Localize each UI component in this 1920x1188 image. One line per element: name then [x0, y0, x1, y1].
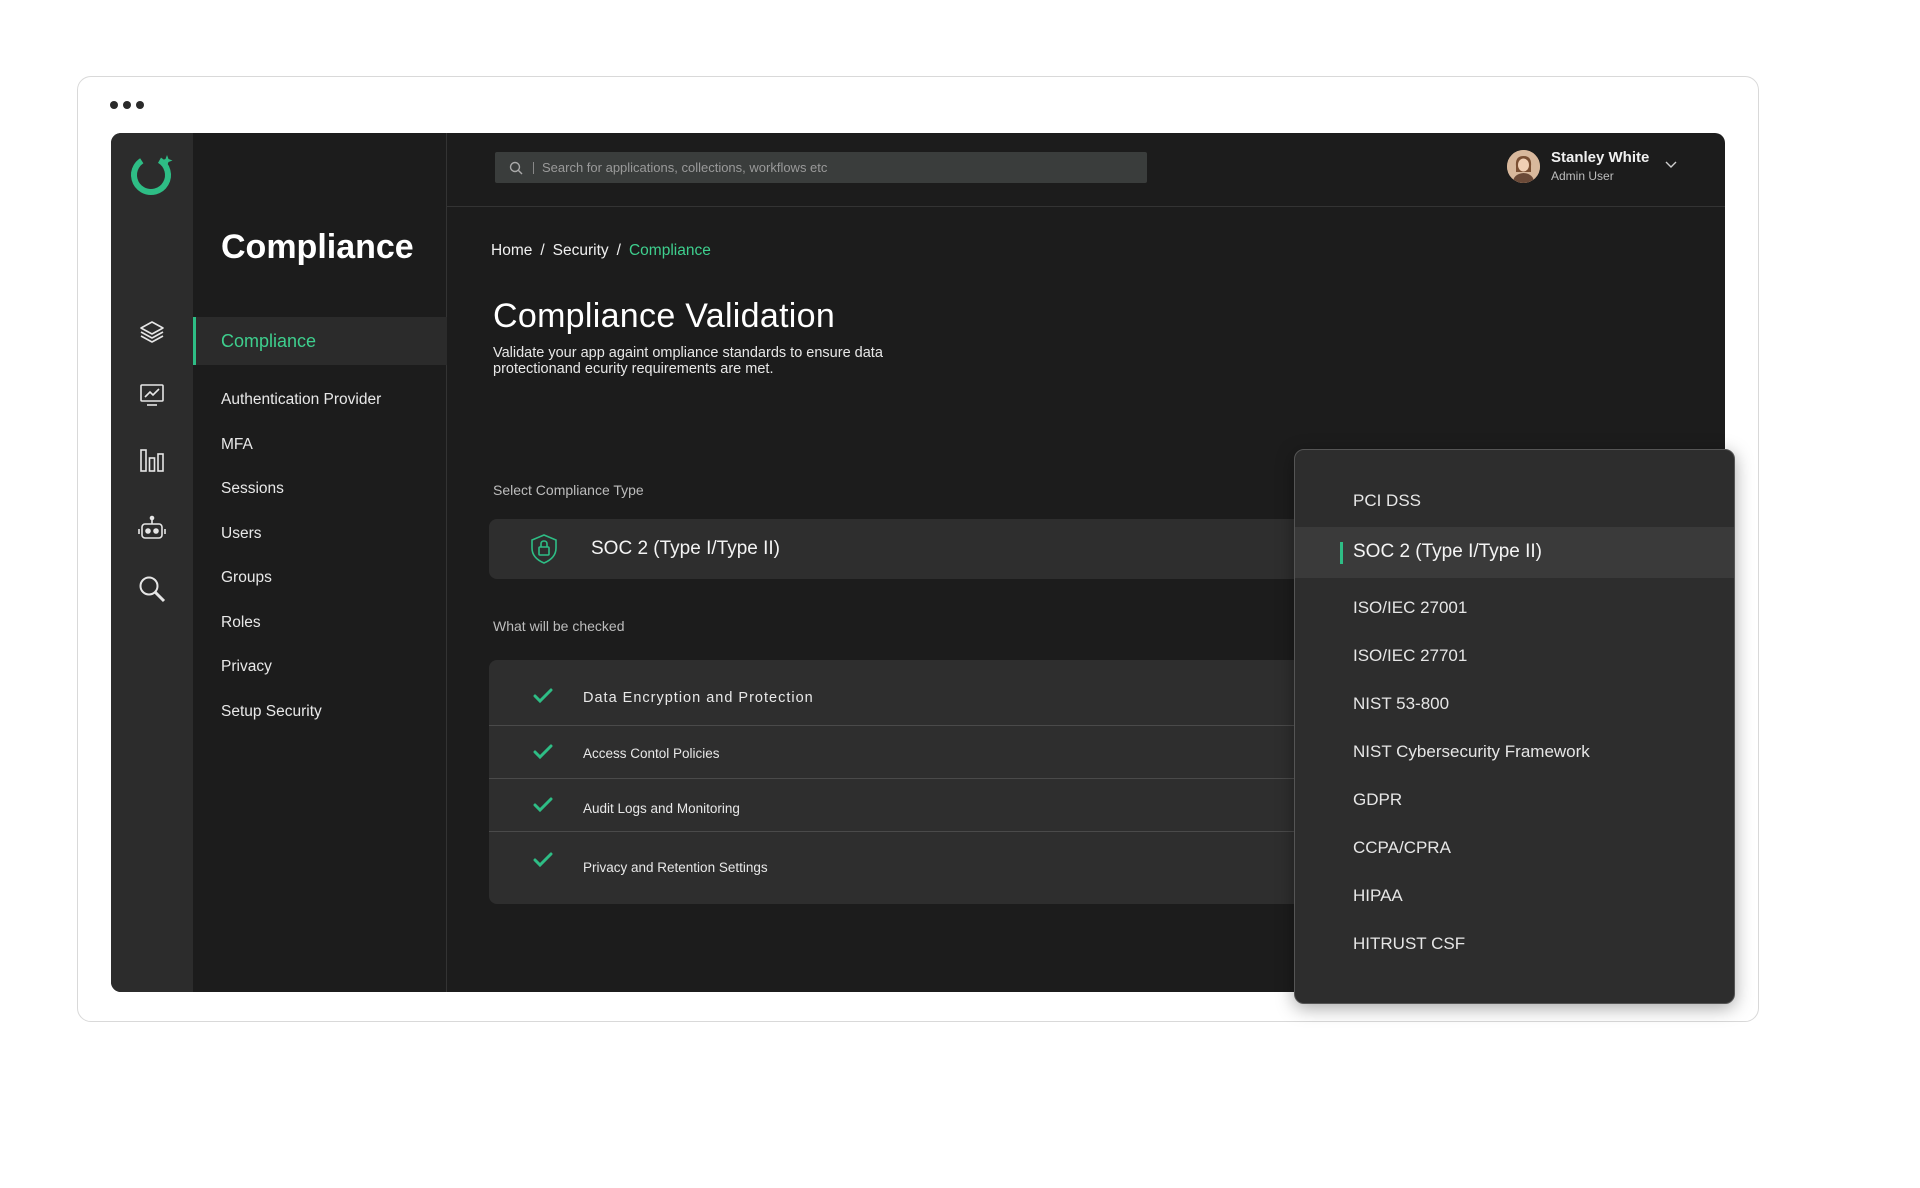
subnav-item-mfa[interactable]: MFA: [221, 436, 381, 481]
dropdown-option-iso-27001[interactable]: ISO/IEC 27001: [1353, 598, 1467, 618]
brand-logo-icon[interactable]: [129, 149, 177, 197]
subnav-item-users[interactable]: Users: [221, 525, 381, 570]
check-label: Audit Logs and Monitoring: [583, 801, 740, 816]
monitor-chart-icon[interactable]: [136, 379, 168, 411]
check-label: Privacy and Retention Settings: [583, 860, 768, 875]
select-compliance-label: Select Compliance Type: [493, 482, 644, 498]
user-menu[interactable]: Stanley White Admin User: [1507, 149, 1677, 183]
chevron-down-icon: [1665, 161, 1677, 168]
avatar: [1507, 149, 1540, 183]
checkmark-icon: [533, 797, 553, 813]
checkmark-icon: [533, 852, 553, 868]
global-search[interactable]: [495, 152, 1147, 183]
breadcrumb-separator: /: [540, 242, 545, 259]
dropdown-option-gdpr[interactable]: GDPR: [1353, 790, 1402, 810]
checkmark-icon: [533, 688, 553, 704]
breadcrumb-home[interactable]: Home: [491, 242, 532, 260]
page-description: Validate your app againt ompliance stand…: [493, 345, 883, 377]
check-label: Data Encryption and Protection: [583, 690, 814, 706]
subnav-item-label: Compliance: [221, 331, 317, 351]
dropdown-option-nist-csf[interactable]: NIST Cybersecurity Framework: [1353, 742, 1590, 762]
check-label: Access Contol Policies: [583, 746, 720, 761]
user-name: Stanley White: [1551, 149, 1650, 166]
subnav-item-authentication-provider[interactable]: Authentication Provider: [221, 391, 381, 436]
page-title: Compliance Validation: [493, 297, 836, 335]
layers-icon[interactable]: [136, 316, 168, 348]
selected-indicator: [1340, 542, 1343, 564]
subnav-list: Authentication Provider MFA Sessions Use…: [221, 391, 381, 747]
shield-lock-icon: [529, 533, 559, 570]
sub-navigation: Compliance Compliance Authentication Pro…: [193, 133, 447, 992]
user-role: Admin User: [1551, 169, 1614, 183]
dropdown-option-iso-27701[interactable]: ISO/IEC 27701: [1353, 646, 1467, 666]
section-title: Compliance: [221, 228, 414, 266]
subnav-item-groups[interactable]: Groups: [221, 569, 381, 614]
search-icon: [509, 161, 523, 174]
compliance-type-dropdown: PCI DSS SOC 2 (Type I/Type II) ISO/IEC 2…: [1294, 449, 1735, 1004]
dropdown-option-hitrust[interactable]: HITRUST CSF: [1353, 934, 1465, 954]
robot-icon[interactable]: [136, 513, 168, 545]
search-input[interactable]: [542, 160, 1102, 175]
subnav-item-roles[interactable]: Roles: [221, 614, 381, 659]
breadcrumb: Home / Security / Compliance: [491, 242, 711, 260]
search-icon[interactable]: [136, 573, 168, 605]
dropdown-option-label: SOC 2 (Type I/Type II): [1353, 541, 1543, 562]
subnav-item-setup-security[interactable]: Setup Security: [221, 703, 381, 748]
dropdown-option-pci-dss[interactable]: PCI DSS: [1353, 491, 1421, 511]
checkmark-icon: [533, 744, 553, 760]
subnav-item-sessions[interactable]: Sessions: [221, 480, 381, 525]
breadcrumb-current: Compliance: [628, 242, 711, 259]
icon-rail: [111, 133, 193, 992]
subnav-item-privacy[interactable]: Privacy: [221, 658, 381, 703]
dropdown-option-soc2[interactable]: SOC 2 (Type I/Type II): [1295, 527, 1734, 578]
what-checked-label: What will be checked: [493, 618, 625, 634]
window-menu-dots-icon[interactable]: [110, 101, 144, 109]
dropdown-option-hipaa[interactable]: HIPAA: [1353, 886, 1403, 906]
top-bar: Stanley White Admin User: [447, 133, 1725, 207]
breadcrumb-security[interactable]: Security: [553, 242, 609, 260]
dropdown-option-nist-53-800[interactable]: NIST 53-800: [1353, 694, 1449, 714]
bar-chart-icon[interactable]: [136, 444, 168, 476]
subnav-item-compliance[interactable]: Compliance: [193, 317, 447, 365]
dropdown-option-ccpa[interactable]: CCPA/CPRA: [1353, 838, 1451, 858]
selected-compliance-value: SOC 2 (Type I/Type II): [591, 538, 781, 559]
breadcrumb-separator: /: [616, 242, 621, 259]
